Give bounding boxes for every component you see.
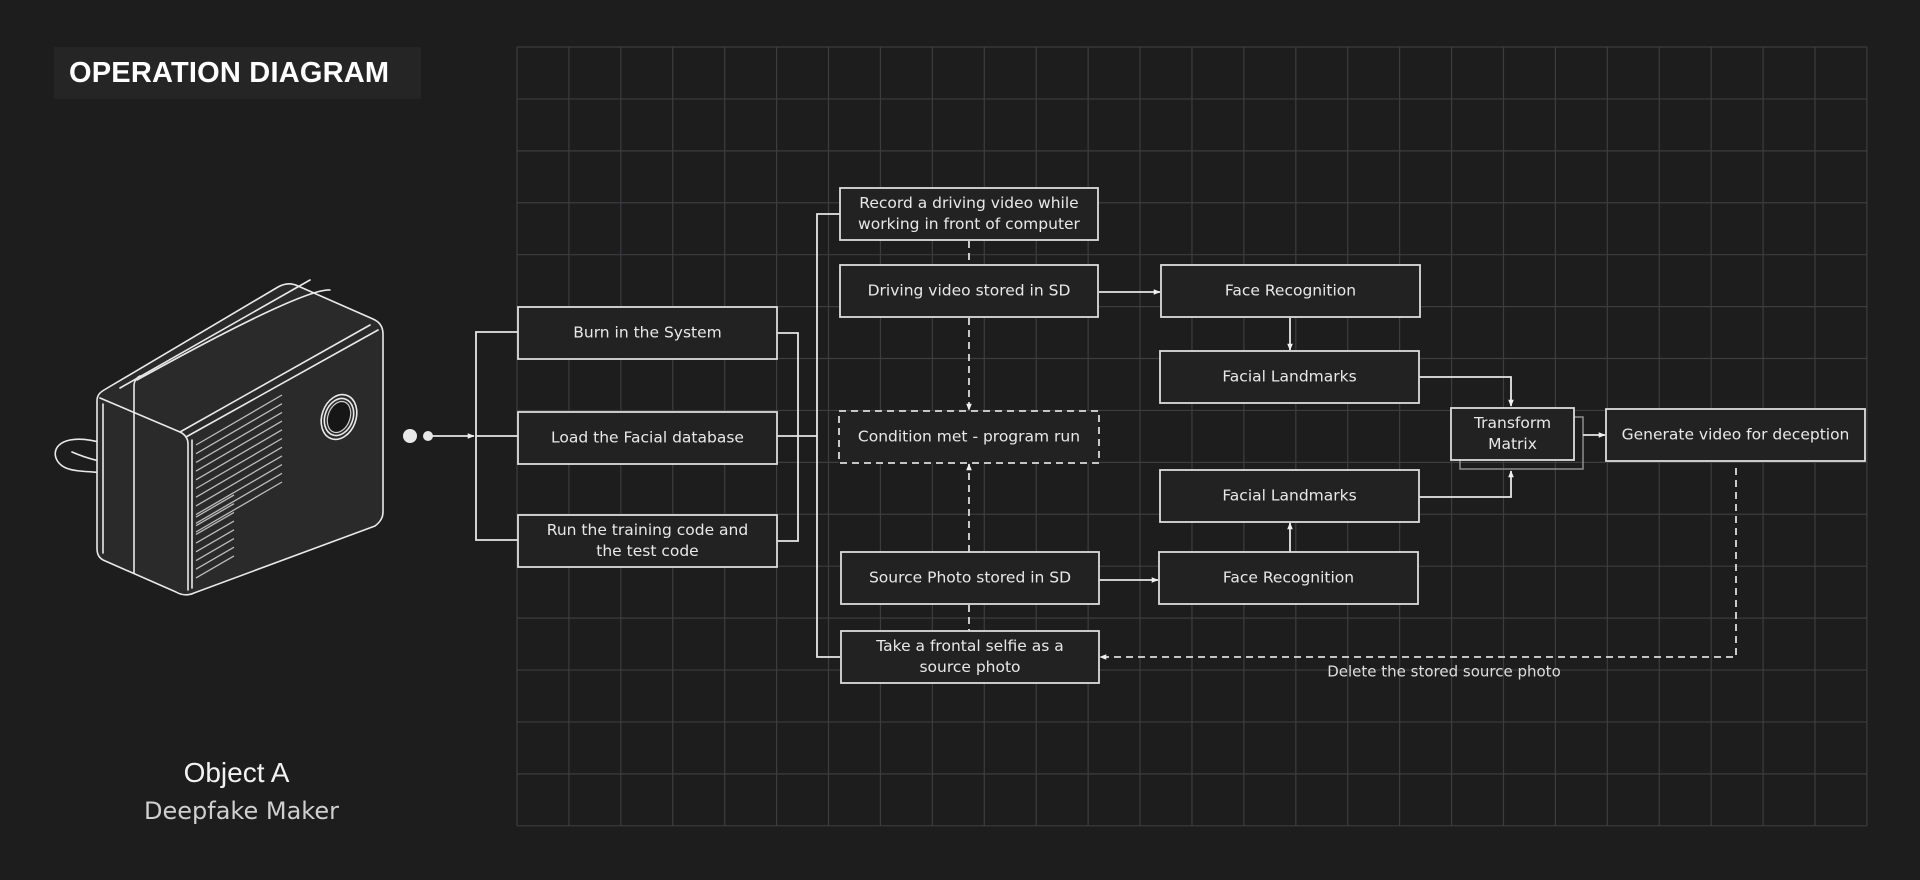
node-label: Driving video stored in SD (868, 282, 1071, 300)
node-transform: Transform Matrix (1450, 407, 1575, 461)
node-label: Transform (1473, 414, 1551, 432)
object-subtitle: Deepfake Maker (144, 797, 339, 825)
node-face-rec-bottom: Face Recognition (1158, 551, 1419, 605)
node-label: Face Recognition (1223, 569, 1354, 587)
node-label: Facial Landmarks (1222, 368, 1356, 386)
node-run-code: Run the training code and the test code (517, 514, 778, 568)
node-label: Load the Facial database (551, 429, 744, 447)
node-landmarks-bottom: Facial Landmarks (1159, 469, 1420, 523)
node-landmarks-top: Facial Landmarks (1159, 350, 1420, 404)
node-load-db: Load the Facial database (517, 411, 778, 465)
node-label: Facial Landmarks (1222, 487, 1356, 505)
node-video-stored: Driving video stored in SD (839, 264, 1099, 318)
node-record-video: Record a driving video while working in f… (839, 187, 1099, 241)
node-label: working in front of computer (858, 215, 1081, 233)
node-label: Run the training code and (547, 521, 748, 539)
camera-device-icon (54, 279, 384, 596)
node-label: Burn in the System (573, 324, 722, 342)
node-label: the test code (596, 542, 698, 560)
delete-label: Delete the stored source photo (1327, 663, 1561, 681)
node-condition: Condition met - program run (838, 410, 1100, 464)
node-photo-stored: Source Photo stored in SD (840, 551, 1100, 605)
connector-right-bracket (777, 332, 799, 542)
node-label: Face Recognition (1225, 282, 1356, 300)
arrow-landmarks-top-to-transform (1419, 376, 1514, 407)
node-label: Take a frontal selfie as a (875, 637, 1063, 655)
start-dot-large (403, 429, 417, 443)
node-label: Generate video for deception (1622, 426, 1850, 444)
node-burn-in: Burn in the System (517, 306, 778, 360)
node-generate: Generate video for deception (1605, 408, 1866, 462)
node-label: Condition met - program run (858, 428, 1080, 446)
node-label: Source Photo stored in SD (869, 569, 1071, 587)
node-face-rec-top: Face Recognition (1160, 264, 1421, 318)
object-name: Object A (183, 757, 290, 788)
node-label: Matrix (1488, 435, 1537, 453)
arrow-landmarks-bottom-to-transform (1419, 470, 1514, 498)
node-label: Record a driving video while (859, 194, 1078, 212)
diagram-canvas: Delete the stored source photo Burn in t… (54, 46, 1868, 827)
node-take-selfie: Take a frontal selfie as a source photo (840, 630, 1100, 684)
node-label: source photo (919, 658, 1020, 676)
